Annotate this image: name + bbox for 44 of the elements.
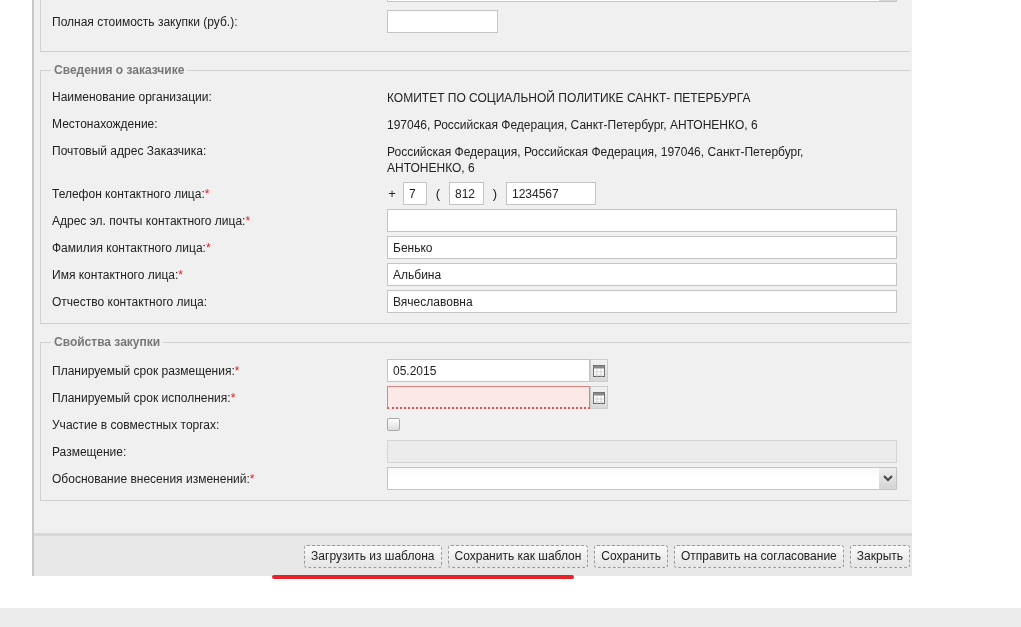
field-label: Телефон контактного лица:*	[52, 186, 211, 201]
field-label: Полная стоимость закупки (руб.):	[52, 14, 239, 29]
field-label: Адрес эл. почты контактного лица:*	[52, 213, 252, 228]
area-code-field[interactable]: 812	[449, 182, 484, 205]
calendar-button[interactable]	[590, 386, 608, 409]
section-legend: Сведения о заказчике	[51, 63, 188, 77]
text-field[interactable]: Вячеславовна	[387, 290, 897, 313]
field-label: Обоснование внесения изменений:*	[52, 471, 256, 486]
field-value: Российская Федерация, Российская Федерация, 197046, Санкт-Петербург, АНТОНЕНКО, 6	[387, 144, 805, 176]
paren: )	[491, 186, 499, 201]
field-label: Фамилия контактного лица:*	[52, 240, 212, 255]
field-label: Отчество контактного лица:	[52, 294, 209, 309]
plus-sign: +	[387, 186, 397, 201]
field-label: Почтовый адрес Заказчика:	[52, 144, 208, 158]
text-field[interactable]: Бенько	[387, 236, 897, 259]
field-label: Имя контактного лица:*	[52, 267, 184, 282]
chevron-down-icon	[882, 475, 893, 482]
field-label: Наименование организации:	[52, 90, 213, 104]
toolbar-button[interactable]: Отправить на согласование	[674, 544, 844, 568]
field-label: Размещение:	[52, 444, 128, 459]
date-field[interactable]: 05.2015	[387, 359, 590, 382]
toolbar-button[interactable]: Загрузить из шаблона	[304, 544, 442, 568]
phone-number-field[interactable]: 1234567	[506, 182, 596, 205]
field-value: 197046, Российская Федерация, Санкт-Петербург, АНТОНЕНКО, 6	[387, 117, 758, 133]
text-field[interactable]	[387, 209, 897, 232]
paren: (	[434, 186, 442, 201]
calendar-icon	[593, 364, 605, 377]
section-legend: Свойства закупки	[51, 335, 164, 349]
calendar-icon	[593, 391, 605, 404]
text-field[interactable]	[387, 10, 498, 33]
country-code-field[interactable]: 7	[403, 182, 427, 205]
field-label: Планируемый срок исполнения:*	[52, 390, 237, 405]
date-field[interactable]	[387, 386, 590, 409]
field-label: Участие в совместных торгах:	[52, 417, 221, 432]
calendar-button[interactable]	[590, 359, 608, 382]
toolbar-button[interactable]: Сохранить	[594, 544, 668, 568]
field-value: КОМИТЕТ ПО СОЦИАЛЬНОЙ ПОЛИТИКЕ САНКТ- ПЕТЕРБУРГА	[387, 90, 751, 106]
toolbar-button[interactable]: Сохранить как шаблон	[447, 544, 589, 568]
text-field[interactable]: Альбина	[387, 263, 897, 286]
field-label: Планируемый срок размещения:*	[52, 363, 241, 378]
field-label: Местонахождение:	[52, 117, 159, 131]
dropdown[interactable]	[387, 467, 897, 490]
toolbar-button[interactable]: Закрыть	[849, 544, 910, 568]
checkbox[interactable]	[387, 418, 400, 431]
